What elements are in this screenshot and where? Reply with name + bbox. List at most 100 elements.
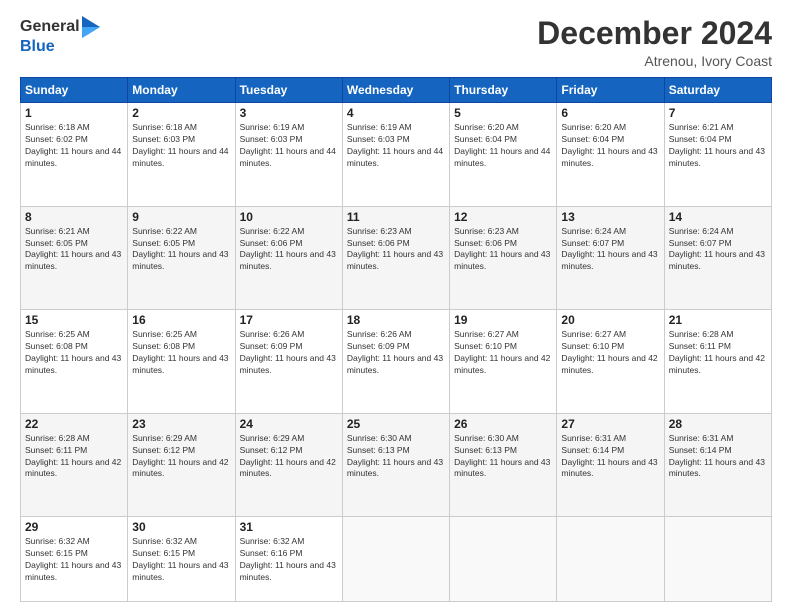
day-number: 15 xyxy=(25,313,123,327)
calendar-header-row: Sunday Monday Tuesday Wednesday Thursday… xyxy=(21,78,772,103)
logo-arrow-icon xyxy=(82,16,100,38)
table-row: 17Sunrise: 6:26 AM Sunset: 6:09 PM Dayli… xyxy=(235,310,342,414)
calendar-week-row: 1 Sunrise: 6:18 AM Sunset: 6:02 PM Daylig… xyxy=(21,103,772,207)
day-info: Sunrise: 6:28 AM Sunset: 6:11 PM Dayligh… xyxy=(669,329,767,377)
day-info: Sunrise: 6:21 AM Sunset: 6:05 PM Dayligh… xyxy=(25,226,123,274)
day-number: 3 xyxy=(240,106,338,120)
table-row: 11 Sunrise: 6:23 AM Sunset: 6:06 PM Dayli… xyxy=(342,206,449,310)
table-row: 4 Sunrise: 6:19 AM Sunset: 6:03 PM Daylig… xyxy=(342,103,449,207)
day-number: 11 xyxy=(347,210,445,224)
calendar-week-row: 22Sunrise: 6:28 AM Sunset: 6:11 PM Dayli… xyxy=(21,413,772,517)
table-row: 25Sunrise: 6:30 AM Sunset: 6:13 PM Dayli… xyxy=(342,413,449,517)
day-number: 10 xyxy=(240,210,338,224)
day-number: 27 xyxy=(561,417,659,431)
day-info: Sunrise: 6:32 AM Sunset: 6:15 PM Dayligh… xyxy=(132,536,230,584)
day-number: 19 xyxy=(454,313,552,327)
calendar-week-row: 8 Sunrise: 6:21 AM Sunset: 6:05 PM Daylig… xyxy=(21,206,772,310)
day-number: 12 xyxy=(454,210,552,224)
col-sunday: Sunday xyxy=(21,78,128,103)
table-row xyxy=(342,517,449,602)
table-row: 15 Sunrise: 6:25 AM Sunset: 6:08 PM Dayli… xyxy=(21,310,128,414)
day-number: 13 xyxy=(561,210,659,224)
table-row: 31 Sunrise: 6:32 AM Sunset: 6:16 PM Dayli… xyxy=(235,517,342,602)
table-row: 27 Sunrise: 6:31 AM Sunset: 6:14 PM Dayli… xyxy=(557,413,664,517)
day-info: Sunrise: 6:31 AM Sunset: 6:14 PM Dayligh… xyxy=(669,433,767,481)
calendar: Sunday Monday Tuesday Wednesday Thursday… xyxy=(20,77,772,602)
day-number: 20 xyxy=(561,313,659,327)
day-number: 23 xyxy=(132,417,230,431)
day-number: 9 xyxy=(132,210,230,224)
day-info: Sunrise: 6:29 AM Sunset: 6:12 PM Dayligh… xyxy=(132,433,230,481)
table-row: 12 Sunrise: 6:23 AM Sunset: 6:06 PM Dayli… xyxy=(450,206,557,310)
table-row: 22Sunrise: 6:28 AM Sunset: 6:11 PM Dayli… xyxy=(21,413,128,517)
table-row: 3 Sunrise: 6:19 AM Sunset: 6:03 PM Daylig… xyxy=(235,103,342,207)
calendar-week-row: 15 Sunrise: 6:25 AM Sunset: 6:08 PM Dayli… xyxy=(21,310,772,414)
table-row: 30 Sunrise: 6:32 AM Sunset: 6:15 PM Dayli… xyxy=(128,517,235,602)
table-row: 18 Sunrise: 6:26 AM Sunset: 6:09 PM Dayli… xyxy=(342,310,449,414)
table-row: 10 Sunrise: 6:22 AM Sunset: 6:06 PM Dayli… xyxy=(235,206,342,310)
logo: General Blue xyxy=(20,16,100,56)
table-row: 16 Sunrise: 6:25 AM Sunset: 6:08 PM Dayli… xyxy=(128,310,235,414)
col-saturday: Saturday xyxy=(664,78,771,103)
day-info: Sunrise: 6:21 AM Sunset: 6:04 PM Dayligh… xyxy=(669,122,767,170)
header: General Blue December 2024 Atrenou, Ivor… xyxy=(20,16,772,69)
day-info: Sunrise: 6:32 AM Sunset: 6:15 PM Dayligh… xyxy=(25,536,123,584)
day-info: Sunrise: 6:25 AM Sunset: 6:08 PM Dayligh… xyxy=(25,329,123,377)
col-thursday: Thursday xyxy=(450,78,557,103)
table-row: 7Sunrise: 6:21 AM Sunset: 6:04 PM Daylig… xyxy=(664,103,771,207)
table-row: 14Sunrise: 6:24 AM Sunset: 6:07 PM Dayli… xyxy=(664,206,771,310)
day-number: 4 xyxy=(347,106,445,120)
day-info: Sunrise: 6:26 AM Sunset: 6:09 PM Dayligh… xyxy=(347,329,445,377)
day-info: Sunrise: 6:29 AM Sunset: 6:12 PM Dayligh… xyxy=(240,433,338,481)
calendar-week-row: 29Sunrise: 6:32 AM Sunset: 6:15 PM Dayli… xyxy=(21,517,772,602)
day-info: Sunrise: 6:23 AM Sunset: 6:06 PM Dayligh… xyxy=(347,226,445,274)
table-row: 26 Sunrise: 6:30 AM Sunset: 6:13 PM Dayli… xyxy=(450,413,557,517)
day-number: 28 xyxy=(669,417,767,431)
day-info: Sunrise: 6:32 AM Sunset: 6:16 PM Dayligh… xyxy=(240,536,338,584)
day-info: Sunrise: 6:30 AM Sunset: 6:13 PM Dayligh… xyxy=(347,433,445,481)
table-row xyxy=(664,517,771,602)
day-info: Sunrise: 6:24 AM Sunset: 6:07 PM Dayligh… xyxy=(561,226,659,274)
title-section: December 2024 Atrenou, Ivory Coast xyxy=(537,16,772,69)
day-info: Sunrise: 6:19 AM Sunset: 6:03 PM Dayligh… xyxy=(240,122,338,170)
table-row: 19 Sunrise: 6:27 AM Sunset: 6:10 PM Dayli… xyxy=(450,310,557,414)
day-info: Sunrise: 6:27 AM Sunset: 6:10 PM Dayligh… xyxy=(454,329,552,377)
table-row: 29Sunrise: 6:32 AM Sunset: 6:15 PM Dayli… xyxy=(21,517,128,602)
table-row: 21 Sunrise: 6:28 AM Sunset: 6:11 PM Dayli… xyxy=(664,310,771,414)
day-number: 21 xyxy=(669,313,767,327)
day-info: Sunrise: 6:31 AM Sunset: 6:14 PM Dayligh… xyxy=(561,433,659,481)
month-title: December 2024 xyxy=(537,16,772,51)
col-wednesday: Wednesday xyxy=(342,78,449,103)
day-info: Sunrise: 6:22 AM Sunset: 6:05 PM Dayligh… xyxy=(132,226,230,274)
day-info: Sunrise: 6:22 AM Sunset: 6:06 PM Dayligh… xyxy=(240,226,338,274)
day-number: 2 xyxy=(132,106,230,120)
col-friday: Friday xyxy=(557,78,664,103)
day-info: Sunrise: 6:23 AM Sunset: 6:06 PM Dayligh… xyxy=(454,226,552,274)
table-row: 20Sunrise: 6:27 AM Sunset: 6:10 PM Dayli… xyxy=(557,310,664,414)
day-number: 16 xyxy=(132,313,230,327)
day-info: Sunrise: 6:18 AM Sunset: 6:03 PM Dayligh… xyxy=(132,122,230,170)
day-number: 14 xyxy=(669,210,767,224)
table-row: 2 Sunrise: 6:18 AM Sunset: 6:03 PM Daylig… xyxy=(128,103,235,207)
col-monday: Monday xyxy=(128,78,235,103)
day-info: Sunrise: 6:28 AM Sunset: 6:11 PM Dayligh… xyxy=(25,433,123,481)
col-tuesday: Tuesday xyxy=(235,78,342,103)
table-row: 28 Sunrise: 6:31 AM Sunset: 6:14 PM Dayli… xyxy=(664,413,771,517)
table-row: 23 Sunrise: 6:29 AM Sunset: 6:12 PM Dayli… xyxy=(128,413,235,517)
day-number: 31 xyxy=(240,520,338,534)
day-info: Sunrise: 6:18 AM Sunset: 6:02 PM Dayligh… xyxy=(25,122,123,170)
day-info: Sunrise: 6:30 AM Sunset: 6:13 PM Dayligh… xyxy=(454,433,552,481)
day-info: Sunrise: 6:20 AM Sunset: 6:04 PM Dayligh… xyxy=(561,122,659,170)
day-number: 18 xyxy=(347,313,445,327)
location: Atrenou, Ivory Coast xyxy=(537,53,772,69)
day-number: 24 xyxy=(240,417,338,431)
day-info: Sunrise: 6:19 AM Sunset: 6:03 PM Dayligh… xyxy=(347,122,445,170)
day-info: Sunrise: 6:20 AM Sunset: 6:04 PM Dayligh… xyxy=(454,122,552,170)
table-row: 9 Sunrise: 6:22 AM Sunset: 6:05 PM Daylig… xyxy=(128,206,235,310)
day-number: 1 xyxy=(25,106,123,120)
day-info: Sunrise: 6:25 AM Sunset: 6:08 PM Dayligh… xyxy=(132,329,230,377)
day-number: 26 xyxy=(454,417,552,431)
day-number: 30 xyxy=(132,520,230,534)
page: General Blue December 2024 Atrenou, Ivor… xyxy=(0,0,792,612)
day-number: 8 xyxy=(25,210,123,224)
